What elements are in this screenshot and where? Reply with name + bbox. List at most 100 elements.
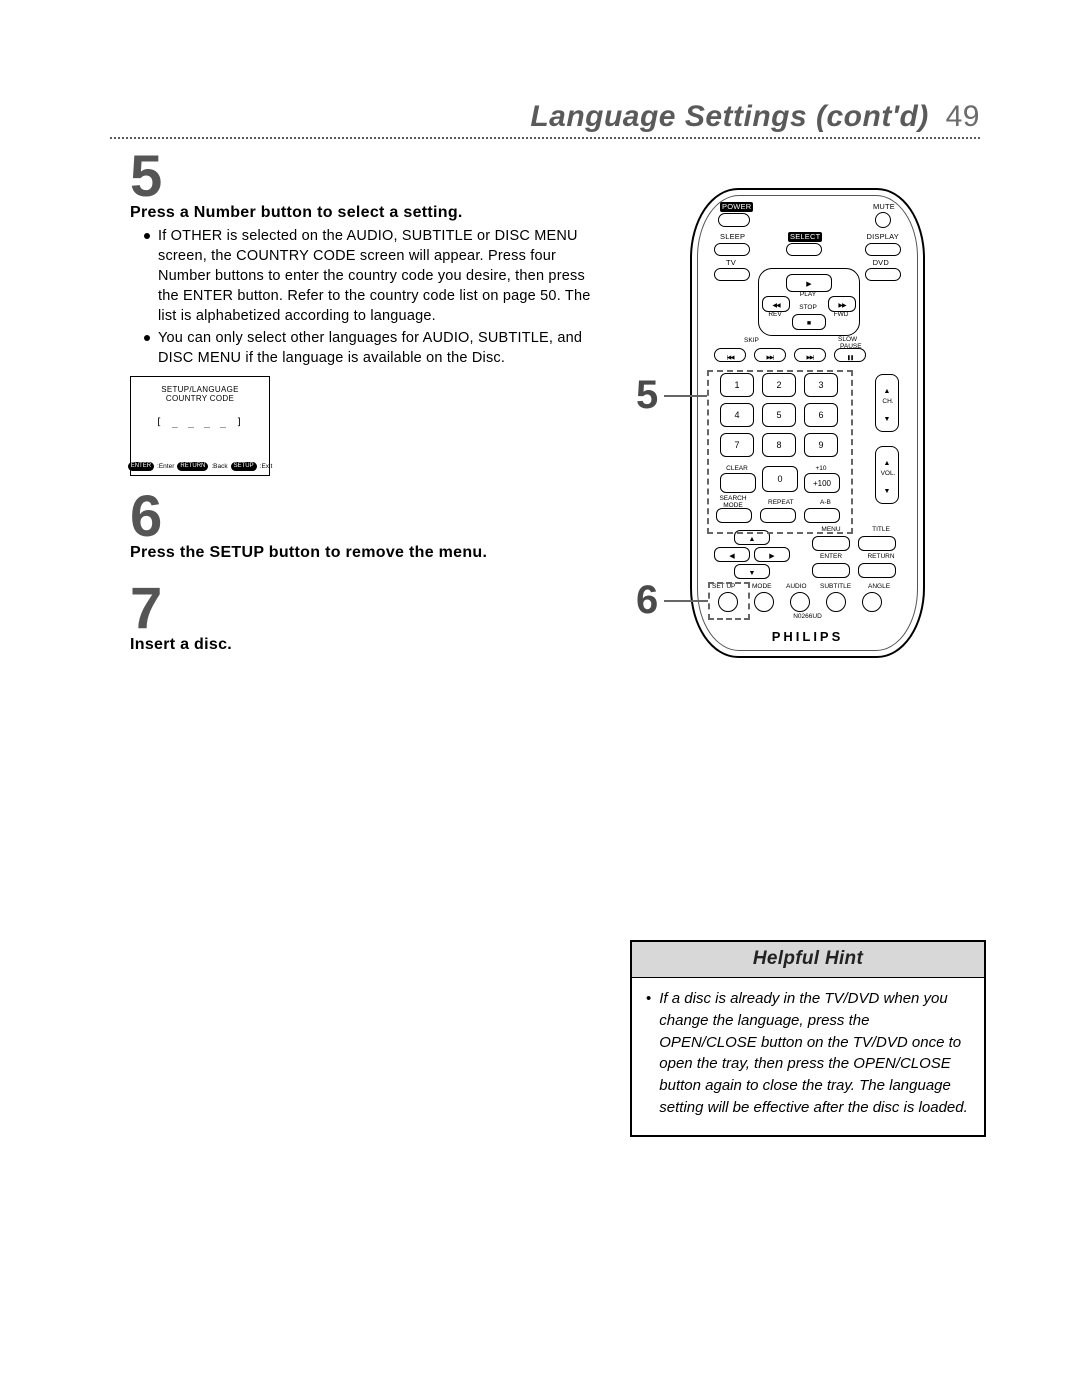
step-6-number: 6: [130, 488, 605, 546]
fwd-label: FWD: [828, 311, 854, 318]
mute-button[interactable]: [875, 212, 891, 228]
osd-header: SETUP/LANGUAGE COUNTRY CODE: [131, 385, 269, 403]
stop-icon: [807, 317, 811, 327]
remote-brand: PHILIPS: [690, 629, 925, 644]
step-5-number: 5: [130, 148, 605, 206]
subtitle-button[interactable]: [826, 592, 846, 612]
osd-foot-setup-pill: SETUP: [231, 462, 257, 471]
osd-line2: COUNTRY CODE: [131, 394, 269, 403]
angle-label: ANGLE: [868, 583, 890, 590]
manual-page: Language Settings (cont'd) 49 5 Press a …: [0, 0, 1080, 1397]
step-7-number: 7: [130, 580, 605, 638]
return-label: RETURN: [858, 553, 904, 560]
vol-label: VOL.: [873, 470, 903, 477]
step-6-heading: Press the SETUP button to remove the men…: [130, 544, 605, 562]
slow-pause-button[interactable]: [834, 348, 866, 362]
step-5-bullet-1: If OTHER is selected on the AUDIO, SUBTI…: [144, 226, 605, 326]
play-icon: [806, 278, 811, 288]
step-7-heading: Insert a disc.: [130, 636, 605, 654]
step-5-bullets: If OTHER is selected on the AUDIO, SUBTI…: [130, 226, 605, 368]
tv-button[interactable]: [714, 268, 750, 281]
rev-label: REV: [762, 311, 788, 318]
dpad-left-icon: [729, 550, 734, 560]
rev-button[interactable]: [762, 296, 790, 312]
select-button[interactable]: [786, 243, 822, 256]
tv-label: TV: [726, 258, 736, 267]
remote-callout-5-rect: [707, 370, 853, 534]
step-5-bullet-2: You can only select other languages for …: [144, 328, 605, 368]
mode-button[interactable]: [754, 592, 774, 612]
skip-next2-button[interactable]: [794, 348, 826, 362]
remote-callout-6-rect: [708, 582, 750, 620]
step-5: 5 Press a Number button to select a sett…: [130, 148, 605, 476]
display-button[interactable]: [865, 243, 901, 256]
skip-next-icon: [767, 346, 774, 364]
dvd-button[interactable]: [865, 268, 901, 281]
page-title-text: Language Settings (cont'd): [530, 100, 928, 133]
remote-callout-6-number: 6: [636, 578, 658, 623]
remote-callout-5-leader: [664, 395, 707, 397]
step-6: 6 Press the SETUP button to remove the m…: [130, 488, 605, 562]
stop-button[interactable]: [792, 314, 826, 330]
remote-callout-5-number: 5: [636, 373, 658, 418]
left-column: 5 Press a Number button to select a sett…: [130, 148, 605, 664]
osd-line1: SETUP/LANGUAGE: [131, 385, 269, 394]
slow-label: SLOW: [838, 336, 857, 343]
osd-foot-return-after: :Back: [211, 463, 227, 470]
vol-up-icon: [884, 452, 891, 470]
audio-button[interactable]: [790, 592, 810, 612]
rev-icon: [772, 299, 779, 309]
osd-foot-enter-after: :Enter: [157, 463, 174, 470]
helpful-hint-box: Helpful Hint • If a disc is already in t…: [630, 940, 986, 1137]
osd-country-code: SETUP/LANGUAGE COUNTRY CODE [ _ _ _ _ ] …: [130, 376, 270, 476]
display-label: DISPLAY: [866, 232, 899, 241]
ch-down-icon: [884, 408, 891, 426]
fwd-icon: [838, 299, 845, 309]
helpful-hint-title: Helpful Hint: [632, 942, 984, 978]
dvd-label: DVD: [873, 258, 889, 267]
title-button[interactable]: [858, 536, 896, 551]
power-button[interactable]: [718, 213, 750, 227]
sleep-label: SLEEP: [720, 232, 745, 241]
hint-bullet-dot: •: [646, 988, 651, 1119]
play-label: PLAY: [786, 291, 830, 298]
dpad-down-icon: [749, 567, 756, 577]
skip-next2-icon: [807, 346, 814, 364]
angle-button[interactable]: [862, 592, 882, 612]
ch-up-icon: [884, 380, 891, 398]
pause-icon: [847, 346, 853, 364]
play-button[interactable]: [786, 274, 832, 292]
skip-next-button[interactable]: [754, 348, 786, 362]
enter-label: ENTER: [808, 553, 854, 560]
vol-down-icon: [884, 480, 891, 498]
dpad-left-button[interactable]: [714, 547, 750, 562]
return-button[interactable]: [858, 563, 896, 578]
header-rule: [110, 137, 980, 139]
dpad-right-icon: [769, 550, 774, 560]
dpad-up-icon: [749, 533, 756, 543]
skip-prev-icon: [727, 346, 734, 364]
page-title: Language Settings (cont'd) 49: [530, 100, 980, 134]
osd-foot-setup-after: :Exit: [260, 463, 273, 470]
osd-foot-return-pill: RETURN: [177, 462, 208, 471]
osd-footer: ENTER :Enter RETURN :Back SETUP :Exit: [135, 462, 265, 471]
menu-button[interactable]: [812, 536, 850, 551]
page-number: 49: [946, 100, 980, 133]
title-label: TITLE: [858, 526, 904, 533]
enter-button[interactable]: [812, 563, 850, 578]
helpful-hint-body: • If a disc is already in the TV/DVD whe…: [632, 978, 984, 1135]
subtitle-label: SUBTITLE: [820, 583, 851, 590]
skip-prev-button[interactable]: [714, 348, 746, 362]
osd-code: [ _ _ _ _ ]: [131, 417, 269, 428]
skip-label: SKIP: [744, 337, 759, 344]
fwd-button[interactable]: [828, 296, 856, 312]
step-7: 7 Insert a disc.: [130, 580, 605, 654]
audio-label: AUDIO: [786, 583, 807, 590]
dpad-right-button[interactable]: [754, 547, 790, 562]
hint-bullet-text: If a disc is already in the TV/DVD when …: [659, 988, 970, 1119]
step-5-heading: Press a Number button to select a settin…: [130, 204, 605, 222]
dpad-down-button[interactable]: [734, 564, 770, 579]
sleep-button[interactable]: [714, 243, 750, 256]
ch-label: CH.: [873, 398, 903, 405]
power-label: POWER: [720, 202, 753, 212]
